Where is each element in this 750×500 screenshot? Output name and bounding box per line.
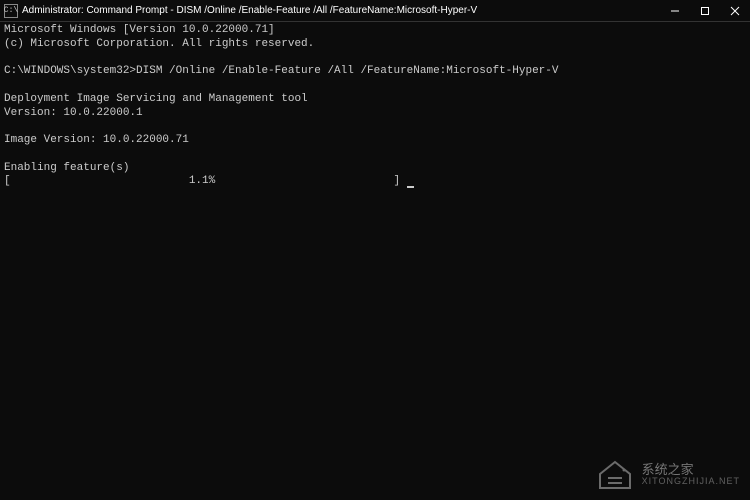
cmd-icon-label: C:\ bbox=[4, 6, 18, 15]
cursor bbox=[407, 186, 414, 188]
watermark-url: XITONGZHIJIA.NET bbox=[642, 477, 740, 487]
cmd-icon: C:\ bbox=[4, 4, 18, 18]
output-line: (c) Microsoft Corporation. All rights re… bbox=[4, 38, 314, 50]
minimize-button[interactable] bbox=[660, 0, 690, 22]
window-titlebar: C:\ Administrator: Command Prompt - DISM… bbox=[0, 0, 750, 22]
maximize-button[interactable] bbox=[690, 0, 720, 22]
watermark: 系统之家 XITONGZHIJIA.NET bbox=[596, 458, 740, 492]
watermark-logo-icon bbox=[596, 458, 634, 492]
output-line: Microsoft Windows [Version 10.0.22000.71… bbox=[4, 24, 275, 36]
window-controls bbox=[660, 0, 750, 22]
close-button[interactable] bbox=[720, 0, 750, 22]
output-line: Version: 10.0.22000.1 bbox=[4, 107, 143, 119]
prompt-line: C:\WINDOWS\system32>DISM /Online /Enable… bbox=[4, 65, 559, 77]
output-line: Image Version: 10.0.22000.71 bbox=[4, 134, 189, 146]
terminal-output[interactable]: Microsoft Windows [Version 10.0.22000.71… bbox=[0, 22, 750, 191]
watermark-title: 系统之家 bbox=[642, 463, 740, 477]
output-line: Deployment Image Servicing and Managemen… bbox=[4, 93, 308, 105]
watermark-text: 系统之家 XITONGZHIJIA.NET bbox=[642, 463, 740, 487]
progress-bar: [ 1.1% ] bbox=[4, 175, 407, 187]
output-line: Enabling feature(s) bbox=[4, 162, 129, 174]
window-title: Administrator: Command Prompt - DISM /On… bbox=[22, 5, 477, 16]
titlebar-left: C:\ Administrator: Command Prompt - DISM… bbox=[0, 4, 477, 18]
